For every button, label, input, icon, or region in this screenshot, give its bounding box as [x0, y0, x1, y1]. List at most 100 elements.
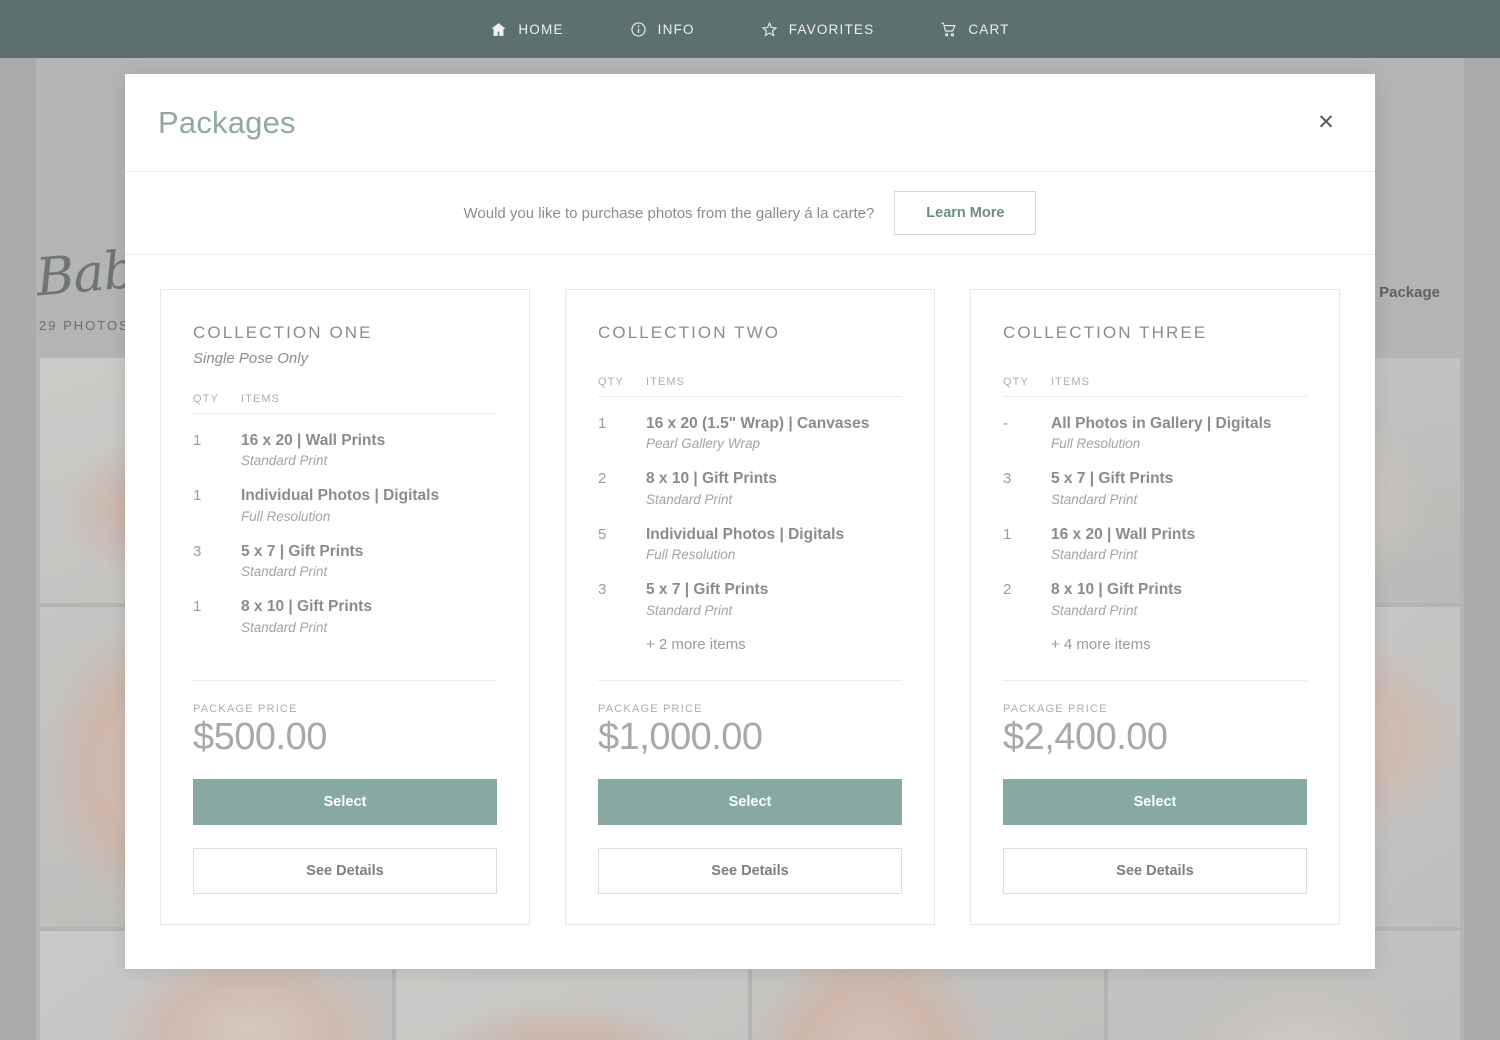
item-description: Standard Print: [241, 453, 497, 468]
nav-item-home[interactable]: HOME: [488, 17, 565, 42]
package-price: $2,400.00: [1003, 717, 1307, 759]
package-item-row: 1 16 x 20 | Wall Prints Standard Print: [193, 431, 497, 468]
item-title: 8 x 10 | Gift Prints: [241, 597, 497, 616]
item-title: Individual Photos | Digitals: [646, 525, 902, 544]
select-button[interactable]: Select: [1003, 779, 1307, 825]
a-la-carte-banner: Would you like to purchase photos from t…: [125, 172, 1375, 255]
package-price: $500.00: [193, 717, 497, 759]
a-la-carte-question: Would you like to purchase photos from t…: [464, 205, 875, 222]
package-item-row: 2 8 x 10 | Gift Prints Standard Print: [1003, 580, 1307, 617]
item-description: Standard Print: [646, 492, 902, 507]
item-title: 16 x 20 (1.5" Wrap) | Canvases: [646, 414, 902, 433]
item-description: Standard Print: [1051, 603, 1307, 618]
package-price: $1,000.00: [598, 717, 902, 759]
star-icon: [761, 21, 778, 38]
see-details-button[interactable]: See Details: [1003, 848, 1307, 894]
learn-more-button[interactable]: Learn More: [894, 191, 1036, 235]
item-title: 16 x 20 | Wall Prints: [241, 431, 497, 450]
package-item-row: 1 16 x 20 | Wall Prints Standard Print: [1003, 525, 1307, 562]
package-card-collection-three[interactable]: COLLECTION THREE QTY ITEMS - All Photos …: [970, 289, 1340, 925]
nav-item-cart[interactable]: CART: [938, 17, 1011, 42]
item-description: Standard Print: [1051, 492, 1307, 507]
package-name: COLLECTION THREE: [1003, 323, 1307, 343]
item-description: Standard Print: [241, 620, 497, 635]
column-header-qty: QTY: [598, 376, 646, 388]
package-subtitle: Single Pose Only: [193, 350, 497, 367]
item-qty: 3: [1003, 469, 1051, 506]
item-qty: 2: [1003, 580, 1051, 617]
item-description: Standard Print: [241, 564, 497, 579]
modal-header: Packages ✕: [125, 74, 1375, 172]
package-item-row: 2 8 x 10 | Gift Prints Standard Print: [598, 469, 902, 506]
packages-modal: Packages ✕ Would you like to purchase ph…: [125, 74, 1375, 969]
package-name: COLLECTION TWO: [598, 323, 902, 343]
more-items-label: + 4 more items: [1051, 636, 1307, 653]
more-items-label: + 2 more items: [646, 636, 902, 653]
nav-item-favorites[interactable]: FAVORITES: [759, 17, 877, 42]
divider: [598, 396, 902, 397]
item-description: Standard Print: [1051, 547, 1307, 562]
column-header-items: ITEMS: [646, 376, 685, 388]
select-button[interactable]: Select: [598, 779, 902, 825]
select-button[interactable]: Select: [193, 779, 497, 825]
package-column-headers: QTY ITEMS: [598, 376, 902, 388]
item-qty: 1: [193, 431, 241, 468]
package-item-row: 1 16 x 20 (1.5" Wrap) | Canvases Pearl G…: [598, 414, 902, 451]
column-header-qty: QTY: [193, 393, 241, 405]
item-description: Full Resolution: [646, 547, 902, 562]
item-title: Individual Photos | Digitals: [241, 486, 497, 505]
item-qty: 1: [193, 486, 241, 523]
package-item-row: 1 Individual Photos | Digitals Full Reso…: [193, 486, 497, 523]
page-root: HOME INFO FAVORITES: [0, 0, 1500, 1040]
page-title: Packages: [158, 105, 296, 141]
item-qty: 5: [598, 525, 646, 562]
packages-list: COLLECTION ONE Single Pose Only QTY ITEM…: [125, 255, 1375, 969]
package-column-headers: QTY ITEMS: [1003, 376, 1307, 388]
package-items: 1 16 x 20 | Wall Prints Standard Print 1…: [193, 431, 497, 680]
item-description: Full Resolution: [241, 509, 497, 524]
nav-label-favorites: FAVORITES: [789, 22, 875, 37]
nav-label-info: INFO: [658, 22, 695, 37]
item-title: 8 x 10 | Gift Prints: [646, 469, 902, 488]
divider: [1003, 396, 1307, 397]
item-qty: 3: [598, 580, 646, 617]
package-name: COLLECTION ONE: [193, 323, 497, 343]
package-card-collection-two[interactable]: COLLECTION TWO QTY ITEMS 1 16 x 20 (1.5"…: [565, 289, 935, 925]
column-header-qty: QTY: [1003, 376, 1051, 388]
package-card-collection-one[interactable]: COLLECTION ONE Single Pose Only QTY ITEM…: [160, 289, 530, 925]
package-item-row: 3 5 x 7 | Gift Prints Standard Print: [193, 542, 497, 579]
column-header-items: ITEMS: [241, 393, 280, 405]
item-qty: -: [1003, 414, 1051, 451]
divider: [193, 680, 497, 681]
item-title: 5 x 7 | Gift Prints: [646, 580, 902, 599]
nav-label-cart: CART: [968, 22, 1009, 37]
nav-label-home: HOME: [518, 22, 563, 37]
info-circle-icon: [630, 21, 647, 38]
price-label: PACKAGE PRICE: [193, 703, 497, 715]
item-qty: 2: [598, 469, 646, 506]
item-title: 5 x 7 | Gift Prints: [241, 542, 497, 561]
column-header-items: ITEMS: [1051, 376, 1090, 388]
see-details-button[interactable]: See Details: [598, 848, 902, 894]
price-label: PACKAGE PRICE: [598, 703, 902, 715]
package-item-row: - All Photos in Gallery | Digitals Full …: [1003, 414, 1307, 451]
item-title: All Photos in Gallery | Digitals: [1051, 414, 1307, 433]
item-qty: 3: [193, 542, 241, 579]
package-items: 1 16 x 20 (1.5" Wrap) | Canvases Pearl G…: [598, 414, 902, 680]
item-title: 5 x 7 | Gift Prints: [1051, 469, 1307, 488]
home-icon: [490, 21, 507, 38]
divider: [193, 413, 497, 414]
item-qty: 1: [598, 414, 646, 451]
package-item-row: 3 5 x 7 | Gift Prints Standard Print: [1003, 469, 1307, 506]
item-description: Pearl Gallery Wrap: [646, 436, 902, 451]
see-details-button[interactable]: See Details: [193, 848, 497, 894]
item-title: 16 x 20 | Wall Prints: [1051, 525, 1307, 544]
close-icon[interactable]: ✕: [1313, 110, 1339, 136]
item-title: 8 x 10 | Gift Prints: [1051, 580, 1307, 599]
nav-item-info[interactable]: INFO: [628, 17, 697, 42]
divider: [598, 680, 902, 681]
item-description: Full Resolution: [1051, 436, 1307, 451]
package-item-row: 1 8 x 10 | Gift Prints Standard Print: [193, 597, 497, 634]
package-column-headers: QTY ITEMS: [193, 393, 497, 405]
price-label: PACKAGE PRICE: [1003, 703, 1307, 715]
